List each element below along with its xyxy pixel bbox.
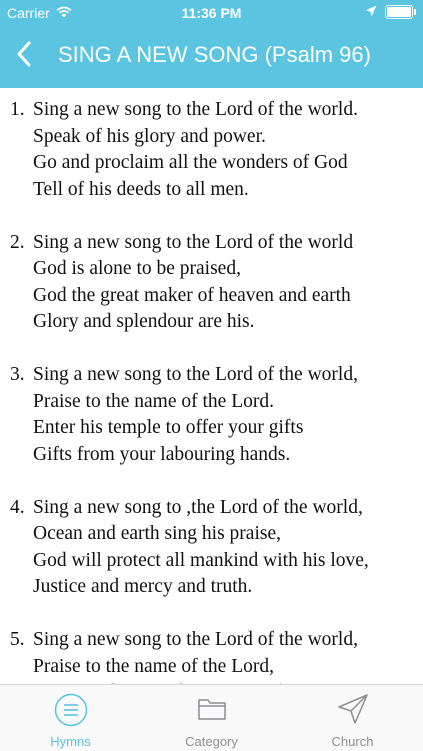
lyric-text: Tell of his deeds to all men.	[33, 178, 249, 200]
lyric-line: Ocean and earth sing his praise,	[0, 520, 423, 547]
lyric-line: Praise to the name of the Lord.	[0, 388, 423, 415]
send-icon	[282, 693, 423, 727]
lyric-line: Tell of his deeds to all men.	[0, 176, 423, 203]
tab-church[interactable]: Church	[282, 685, 423, 751]
stanza-number: 1.	[10, 99, 25, 120]
lyric-text: Ocean and earth sing his praise,	[33, 523, 281, 544]
lyric-line: Praise to the name of the Lord,	[0, 653, 423, 680]
header: Carrier 11:36 PM SING A NEW SONG (Psalm …	[0, 0, 423, 88]
lyric-text: Speak of his glory and power.	[33, 125, 266, 147]
tab-category-label: Category	[185, 734, 238, 749]
lyric-line: Speak of his glory and power.	[0, 123, 423, 150]
back-button[interactable]	[6, 36, 42, 76]
lyric-text: Praise to the name of the Lord,	[33, 655, 274, 677]
location-arrow-icon	[365, 4, 377, 20]
lyric-line: God will protect all mankind with his lo…	[0, 547, 423, 574]
lyric-text: Glory and splendour are his.	[33, 311, 255, 332]
lyric-line: 3. Sing a new song to the Lord of the wor…	[0, 361, 423, 388]
list-icon	[0, 693, 141, 727]
status-right	[365, 4, 416, 20]
lyric-text: Sing a new song to ,the Lord of the worl…	[33, 496, 363, 518]
tab-category[interactable]: Category	[141, 685, 282, 751]
status-bar: Carrier 11:36 PM	[0, 0, 423, 26]
tab-hymns[interactable]: Hymns	[0, 685, 141, 751]
tab-hymns-label: Hymns	[50, 734, 91, 749]
lyric-text: Sing a new song to the Lord of the world…	[33, 629, 358, 650]
lyric-line: 4. Sing a new song to ,the Lord of the wo…	[0, 494, 423, 521]
lyric-text: Sing a new song to the Lord of the world…	[33, 364, 358, 385]
tab-church-label: Church	[331, 734, 374, 749]
lyric-text: Sing a new song to the Lord of the world…	[33, 99, 358, 120]
lyric-text: Gifts from your labouring hands.	[33, 443, 291, 465]
chevron-left-icon	[16, 41, 32, 72]
stanza-number: 5.	[10, 629, 25, 650]
status-time: 11:36 PM	[181, 5, 242, 21]
lyric-text: God will protect all mankind with his lo…	[33, 549, 369, 571]
stanza-number: 2.	[10, 231, 25, 253]
hymn-lyrics: 1. Sing a new song to the Lord of the wor…	[0, 88, 423, 684]
lyric-line: Glory and splendour are his.	[0, 308, 423, 335]
lyric-line: 5. Sing a new song to the Lord of the wor…	[0, 626, 423, 653]
tab-bar: Hymns Category Church	[0, 684, 423, 751]
lyric-text: Enter his temple to offer your gifts	[33, 417, 304, 438]
lyric-line: Go and proclaim all the wonders of God	[0, 149, 423, 176]
lyric-text: God the great maker of heaven and earth	[33, 284, 351, 306]
stanza-number: 3.	[10, 364, 25, 385]
lyric-line: 1. Sing a new song to the Lord of the wor…	[0, 96, 423, 123]
lyric-line: 2. Sing a new song to the Lord of the wor…	[0, 229, 423, 256]
lyric-line: God the great maker of heaven and earth	[0, 282, 423, 309]
lyric-text: Praise to the name of the Lord.	[33, 390, 274, 412]
lyric-line: Justice and mercy and truth.	[0, 573, 423, 600]
lyric-text: Go and proclaim all the wonders of God	[33, 152, 348, 173]
lyric-line: God is alone to be praised,	[0, 255, 423, 282]
lyric-line: Gifts from your labouring hands.	[0, 441, 423, 468]
lyric-text: Justice and mercy and truth.	[33, 576, 253, 597]
battery-icon	[385, 5, 416, 19]
lyric-text: Sing a new song to the Lord of the world	[33, 231, 354, 253]
page-title: SING A NEW SONG (Psalm 96)	[58, 42, 371, 67]
lyric-text: God is alone to be praised,	[33, 258, 241, 279]
lyric-line: Enter his temple to offer your gifts	[0, 414, 423, 441]
navigation-bar: SING A NEW SONG (Psalm 96)	[0, 26, 423, 88]
stanza-number: 4.	[10, 496, 25, 518]
folder-icon	[141, 693, 282, 727]
